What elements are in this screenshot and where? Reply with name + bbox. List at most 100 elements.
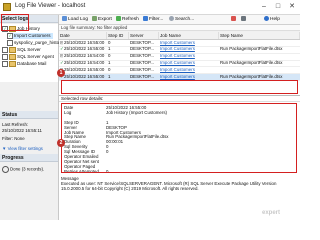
table-cell-step: 1 — [108, 59, 111, 65]
table-cell-job[interactable]: Import Customers — [159, 60, 219, 67]
tree-node-sql-server[interactable]: SQL Server — [2, 47, 41, 53]
button-label: Load Log — [68, 17, 89, 22]
checkbox[interactable] — [7, 40, 13, 46]
table-cell-step: 0 — [108, 66, 111, 72]
checkbox[interactable] — [7, 33, 13, 39]
column-header-job-name[interactable]: Job Name — [159, 32, 219, 39]
button-label: Export — [98, 17, 112, 22]
title-bar: Log File Viewer - localhost – □ ✕ — [0, 0, 300, 15]
table-cell-date: 25/10/2022 16:55:00 — [64, 66, 105, 72]
tree-node-import-customers[interactable]: Import Customers — [7, 33, 53, 39]
detail-value: 0 — [106, 149, 109, 155]
details-header: Selected row details: — [59, 96, 300, 102]
message-text: Executed as user: NT Service\SQLSERVERAG… — [61, 181, 277, 192]
view-filter-settings-link[interactable]: ▼ View filter settings — [2, 146, 43, 151]
table-cell-server: DESKTOP... — [130, 46, 154, 52]
window-title: Log File Viewer - localhost — [15, 3, 86, 9]
table-cell-stepname: Run PackageImportFlatFile.dtsx — [220, 46, 283, 52]
table-cell-date: 25/10/2022 16:54:00 — [64, 59, 105, 65]
detail-value: 00:00:01 — [106, 139, 124, 145]
last-refresh-label: Last Refresh: — [2, 122, 29, 127]
highlight-box-tree — [1, 14, 29, 31]
table-cell-server: DESKTOP... — [130, 59, 154, 65]
progress-text: Done (3 records). — [10, 166, 45, 172]
funnel-icon — [143, 16, 148, 22]
checkbox[interactable] — [2, 61, 8, 67]
checkbox[interactable] — [2, 54, 8, 60]
tree-label: SQL Server Agent — [17, 54, 54, 60]
table-cell-date: 25/10/2022 16:55:00 — [64, 39, 105, 45]
table-cell-stepname: Run PackageImportFlatFile.dtsx — [220, 59, 283, 65]
button-label: Filter... — [149, 17, 164, 22]
gear-icon — [241, 16, 246, 22]
minimize-icon[interactable]: – — [258, 1, 270, 13]
table-cell-date: 25/10/2022 16:55:00 — [64, 46, 105, 52]
callout-marker-1: 1 — [57, 69, 65, 77]
filter-label: Filter: None — [2, 136, 25, 141]
details-pane: Selected row details: Date 25/10/2022 16:… — [59, 96, 300, 220]
folder-icon — [9, 54, 16, 60]
table-cell-server: DESKTOP... — [130, 53, 154, 59]
folder-icon — [9, 61, 16, 67]
progress-header: Progress — [0, 154, 58, 162]
tree-node-syspolicy[interactable]: syspolicy_purge_history — [7, 40, 63, 46]
stop-icon — [231, 16, 236, 22]
tree-node-database-mail[interactable]: Database Mail — [2, 61, 46, 67]
table-cell-job[interactable]: Import Customers — [159, 40, 219, 47]
log-viewer-icon — [3, 3, 11, 11]
folder-icon — [9, 47, 16, 53]
log-tree: Job History Import Customers syspolicy_p… — [0, 24, 63, 82]
link-label: View filter settings — [7, 146, 43, 151]
watermark: expert — [262, 210, 281, 216]
filter-button[interactable]: Filter... — [143, 16, 163, 23]
table-cell-step: 0 — [108, 53, 111, 59]
progress-value: Done (3 records). — [2, 166, 44, 173]
table-cell-step: 0 — [108, 39, 111, 45]
table-cell-stepname — [219, 67, 300, 74]
log-grid: Date Step ID Server Job Name Step Name ⊟… — [59, 32, 300, 96]
close-icon[interactable]: ✕ — [286, 1, 298, 13]
load-log-button[interactable]: Load Log — [62, 16, 88, 23]
export-button[interactable]: Export — [92, 16, 112, 23]
detail-value: 0 — [106, 168, 109, 173]
help-icon — [264, 16, 269, 22]
last-refresh-value: 25/10/2022 16:55:11 — [2, 128, 42, 133]
right-pane: Load Log Export Refresh Filter... Search… — [57, 15, 300, 220]
toolbar-extra-button[interactable] — [231, 16, 237, 23]
maximize-icon[interactable]: □ — [272, 1, 284, 13]
toolbar: Load Log Export Refresh Filter... Search… — [59, 15, 300, 25]
toolbar-settings-button[interactable] — [241, 16, 247, 23]
table-cell-job[interactable]: Import Customers — [159, 67, 219, 74]
tree-node-sql-agent[interactable]: SQL Server Agent — [2, 54, 54, 60]
search-button[interactable]: Search... — [169, 16, 194, 23]
column-header-date[interactable]: Date — [59, 32, 107, 39]
folder-open-icon — [62, 16, 67, 22]
column-header-step-id[interactable]: Step ID — [107, 32, 129, 39]
button-label: Help — [270, 17, 280, 22]
table-cell-server: DESKTOP... — [130, 66, 154, 72]
left-pane: Select logs Job History Import Customers… — [0, 14, 63, 220]
refresh-icon — [116, 16, 121, 22]
detail-label: Retries Attempted — [64, 168, 99, 173]
table-cell-job[interactable]: Import Customers — [159, 46, 219, 53]
table-cell-server: DESKTOP... — [130, 39, 154, 45]
search-icon — [169, 16, 174, 22]
tree-label: syspolicy_purge_history — [14, 40, 64, 46]
table-cell-job[interactable]: Import Customers — [159, 53, 219, 60]
details-table: Date 25/10/2022 16:55:00 Log Job History (I… — [61, 103, 297, 173]
tree-label: Database Mail — [17, 61, 47, 67]
progress-icon — [2, 166, 9, 173]
button-label: Search... — [175, 17, 195, 22]
message-block: Message Executed as user: NT Service\SQL… — [61, 176, 297, 192]
checkbox[interactable] — [2, 47, 8, 53]
help-button[interactable]: Help — [264, 16, 280, 23]
filter-summary: Log file summary: No filter applied — [59, 25, 300, 31]
refresh-button[interactable]: Refresh — [116, 16, 139, 23]
table-cell-date: 25/10/2022 16:54:00 — [64, 53, 105, 59]
tree-label: Import Customers — [14, 33, 51, 39]
column-header-step-name[interactable]: Step Name — [219, 32, 300, 39]
highlight-box-grid — [61, 80, 298, 94]
column-header-server[interactable]: Server — [129, 32, 159, 39]
table-cell-stepname — [219, 53, 300, 60]
export-icon — [92, 16, 97, 22]
